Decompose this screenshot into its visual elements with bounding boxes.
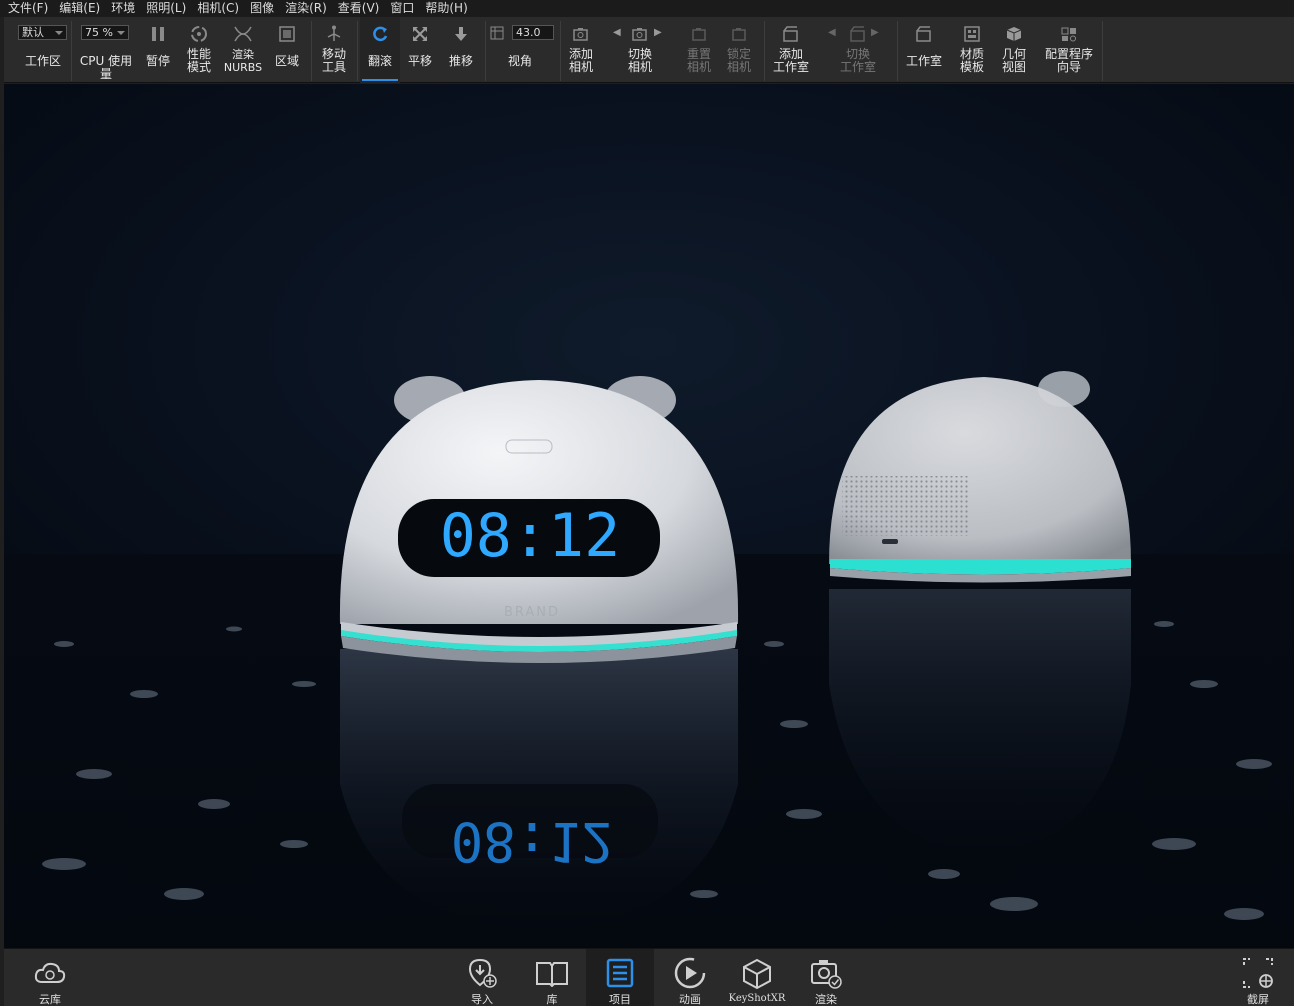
animation-play-icon	[672, 956, 708, 990]
pan-icon	[409, 23, 431, 45]
menu-item-6[interactable]: 渲染(R)	[285, 0, 327, 17]
menu-item-2[interactable]: 环境	[111, 0, 135, 17]
ribbon-toolbar: 默认 工作区 75 % CPU 使用量 暂停 性能 模式 渲染 NURBS 区域	[4, 17, 1294, 83]
nurbs-icon	[232, 23, 254, 45]
project-list-icon	[602, 956, 638, 990]
menu-bar: 文件(F) 编辑(E) 环境 照明(L) 相机(C) 图像 渲染(R) 查看(V) 窗口 帮助(H…	[0, 0, 1294, 17]
menu-item-3[interactable]: 照明(L)	[146, 0, 186, 17]
reset-camera-button[interactable]: 重置 相机	[680, 17, 718, 83]
divider	[311, 21, 312, 81]
menu-item-5[interactable]: 图像	[250, 0, 274, 17]
pause-button[interactable]: 暂停	[140, 17, 176, 83]
configurator-wizard-icon	[1058, 23, 1080, 45]
screenshot-button[interactable]: 截屏	[1236, 949, 1280, 1006]
clock-reflection-text: 08:12	[451, 810, 614, 873]
menu-item-0[interactable]: 文件(F)	[8, 0, 48, 17]
material-templates-button[interactable]: 材质 模板	[952, 17, 992, 83]
project-button[interactable]: 项目	[586, 949, 654, 1006]
cloud-library-button[interactable]: 云库	[28, 949, 72, 1006]
move-tool-icon	[323, 23, 345, 45]
render-nurbs-button[interactable]: 渲染 NURBS	[222, 17, 264, 83]
import-button[interactable]: 导入	[460, 949, 504, 1006]
divider	[897, 21, 898, 81]
tumble-button[interactable]: 翻滚	[360, 17, 400, 83]
render-camera-icon	[808, 956, 844, 990]
menu-item-9[interactable]: 帮助(H)	[425, 0, 467, 17]
menu-item-8[interactable]: 窗口	[390, 0, 414, 17]
configurator-wizard-button[interactable]: 配置程序 向导	[1038, 17, 1100, 83]
pause-icon	[147, 23, 169, 45]
divider	[357, 21, 358, 81]
move-tool-button[interactable]: 移动 工具	[314, 17, 354, 83]
divider	[560, 21, 561, 81]
divider	[764, 21, 765, 81]
studio-icon	[913, 23, 935, 45]
add-camera-button[interactable]: 添加 相机	[562, 17, 600, 83]
cpu-usage-label: CPU 使用量	[79, 54, 133, 81]
material-templates-icon	[961, 23, 983, 45]
add-studio-icon	[780, 23, 802, 45]
tumble-icon	[369, 23, 391, 45]
geometry-view-button[interactable]: 几何 视图	[994, 17, 1034, 83]
dolly-button[interactable]: 推移	[442, 17, 480, 83]
pan-button[interactable]: 平移	[402, 17, 438, 83]
switch-studio-icon	[847, 23, 869, 45]
dolly-icon	[450, 23, 472, 45]
divider	[71, 21, 72, 81]
brand-text: BRAND	[504, 605, 560, 620]
menu-item-1[interactable]: 编辑(E)	[59, 0, 100, 17]
import-icon	[464, 956, 500, 990]
studio-button[interactable]: 工作室	[902, 17, 946, 83]
menu-item-4[interactable]: 相机(C)	[197, 0, 239, 17]
library-book-icon	[534, 956, 570, 990]
performance-mode-button[interactable]: 性能 模式	[180, 17, 218, 83]
workspace-label: 工作区	[24, 54, 61, 68]
add-camera-icon	[570, 23, 592, 45]
divider	[1102, 21, 1103, 81]
add-studio-button[interactable]: 添加 工作室	[768, 17, 814, 83]
library-button[interactable]: 库	[530, 949, 574, 1006]
scene-render: 08:12 08:12 BRAND	[42, 371, 1272, 929]
region-button[interactable]: 区域	[268, 17, 306, 83]
reset-camera-icon	[688, 23, 710, 45]
geometry-view-icon	[1003, 23, 1025, 45]
keyshotxr-button[interactable]: KeyShotXR	[724, 949, 790, 1006]
next-camera-arrow[interactable]: ▶	[654, 27, 662, 38]
screenshot-icon	[1240, 956, 1276, 990]
animation-button[interactable]: 动画	[668, 949, 712, 1006]
lock-camera-icon	[728, 23, 750, 45]
keyshotxr-cube-icon	[739, 956, 775, 992]
region-icon	[276, 23, 298, 45]
field-of-view-label: 视角	[507, 54, 532, 68]
divider	[485, 21, 486, 81]
switch-camera-icon	[629, 23, 651, 45]
cloud-library-icon	[32, 956, 68, 990]
bottom-toolbar: 云库 导入 库 项目 动画 KeyShotXR 渲染 截屏	[4, 948, 1294, 1006]
clock-time-text: 08:12	[440, 501, 621, 571]
render-viewport[interactable]: 08:12 08:12 BRAND	[4, 84, 1294, 948]
performance-icon	[188, 23, 210, 45]
next-studio-arrow[interactable]: ▶	[871, 27, 879, 38]
render-button[interactable]: 渲染	[804, 949, 848, 1006]
menu-item-7[interactable]: 查看(V)	[338, 0, 380, 17]
lock-camera-button[interactable]: 锁定 相机	[720, 17, 758, 83]
